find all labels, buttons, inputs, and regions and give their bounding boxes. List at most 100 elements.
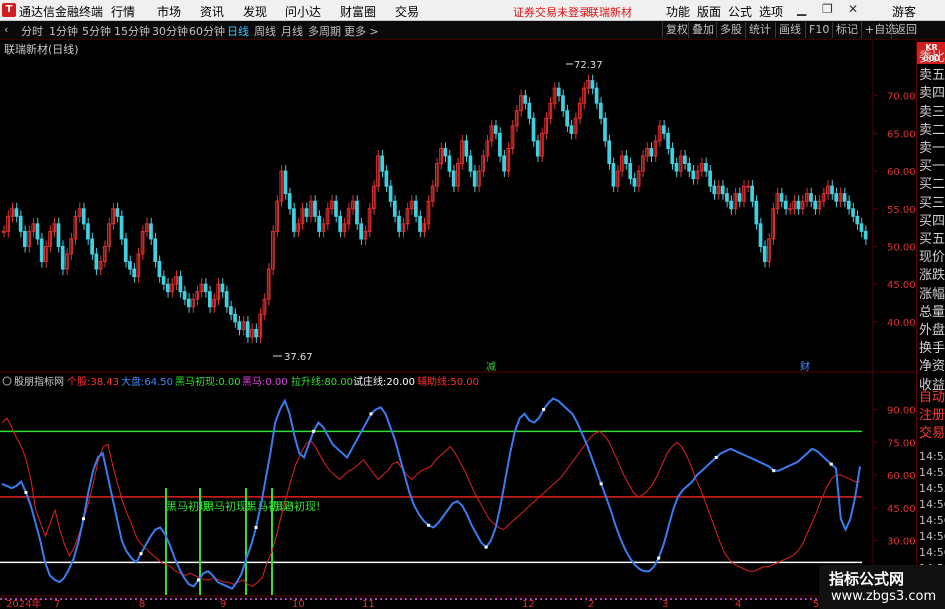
indicator-settings-icon[interactable] [2,376,12,386]
menu-options[interactable]: 选项 [759,3,783,20]
side-red-item[interactable]: 交易 [919,422,945,441]
candle-body [737,193,742,202]
side-item[interactable]: 卖四 [919,82,945,101]
side-item[interactable]: 卖二 [919,119,945,138]
login-notice[interactable]: 证券交易未登录 [513,4,590,20]
draw-button[interactable]: 画线 [775,22,801,38]
side-item[interactable]: 买五 [919,228,945,247]
f10-button[interactable]: F10 [805,22,829,38]
side-item[interactable]: 换手 [919,337,945,356]
finance-marker[interactable]: 财 [800,360,810,373]
candle-body [229,306,233,315]
close-icon[interactable]: ✕ [848,2,858,16]
candle-body [556,87,561,97]
candle-body [842,193,847,202]
side-item[interactable]: 买二 [919,173,945,192]
candle-body [161,276,166,285]
back-button[interactable]: 返回 [891,22,917,38]
candle-body [451,170,456,187]
candle-body [313,200,317,217]
price-tick-label: 60.00 [887,167,916,178]
darkhorse-signal-text: 黑马初现! [272,499,320,513]
menu-function[interactable]: 功能 [666,3,690,20]
menu-formula[interactable]: 公式 [728,3,752,20]
candle-body [317,215,321,232]
side-item[interactable]: 净资 [919,355,945,374]
period-5min[interactable]: 5分钟 [82,23,111,39]
user-label[interactable]: 游客 [892,3,916,20]
period-weekly[interactable]: 周线 [254,23,276,39]
period-1min[interactable]: 1分钟 [49,23,78,39]
candle-body [561,95,565,112]
x-tick-label: 2 [588,599,594,609]
minimize-icon[interactable]: ▁ [797,2,806,16]
side-red-item[interactable]: 注册 [919,404,945,423]
side-item[interactable]: 现价 [919,246,945,265]
stats-button[interactable]: 统计 [745,22,771,38]
side-item[interactable]: 卖三 [919,101,945,120]
side-red-item[interactable]: 自动 [919,386,945,405]
period-60min[interactable]: 60分钟 [189,23,225,39]
menu-discover[interactable]: 发现 [243,3,267,20]
menu-exchange[interactable]: 市场 [157,3,181,20]
candle-body [447,155,452,172]
menu-wealth[interactable]: 财富圈 [340,3,376,20]
candle-body [86,223,90,240]
mark-button[interactable]: 标记 [832,22,858,38]
candle-body [624,155,628,165]
side-item[interactable]: 涨幅 [919,283,945,302]
period-15min[interactable]: 15分钟 [114,23,150,39]
candle-body [115,208,120,217]
side-item[interactable]: 总量 [919,301,945,320]
side-item[interactable]: 买三 [919,192,945,211]
x-tick-label: 3 [662,599,668,609]
period-more[interactable]: 更多 > [344,23,379,39]
market-dot [81,517,85,521]
price-tick-label: 50.00 [887,242,916,253]
reduce-marker[interactable]: 减 [486,361,496,373]
candle-body [397,215,401,232]
indicator-value-test: 试庄线:20.00 [353,375,415,388]
overlay-button[interactable]: 叠加 [688,22,714,38]
watermark-title: 指标公式网 [829,570,905,588]
candle-body [123,238,128,263]
period-monthly[interactable]: 月线 [281,23,303,39]
market-dot [599,482,603,486]
collapse-icon[interactable]: ‹ [4,23,8,36]
menu-market[interactable]: 行情 [111,3,135,20]
period-daily[interactable]: 日线 [227,23,249,39]
period-30min[interactable]: 30分钟 [152,23,188,39]
side-item[interactable]: 买一 [919,155,945,174]
period-multi[interactable]: 多周期 [308,23,341,39]
menu-news[interactable]: 资讯 [200,3,224,20]
x-tick-label: 8 [139,599,145,609]
candle-body [384,170,389,187]
menu-ask[interactable]: 问小达 [285,3,321,20]
candlestick-series [2,74,868,343]
candle-body [746,185,750,188]
candle-body [128,261,132,270]
kline-chart[interactable]: 联瑞新材(日线) 70.00 65.00 60.00 55.00 50.00 45.00 4… [0,40,916,609]
menu-layout[interactable]: 版面 [697,3,721,20]
restore-icon[interactable]: ❐ [822,2,833,16]
candle-body [149,223,153,240]
candle-body [594,87,599,104]
candle-body [14,208,19,217]
candle-body [788,208,792,211]
side-item[interactable]: 卖一 [919,137,945,156]
high-price-label: 72.37 [566,60,603,71]
side-item[interactable]: 外盘 [919,319,945,338]
adjust-button[interactable]: 复权 [662,22,688,38]
side-item[interactable]: 涨跌 [919,264,945,283]
candle-body [186,298,191,308]
candle-body [674,163,679,172]
side-item[interactable]: 委比 [919,46,945,65]
indicator-name[interactable]: 股朋指标网 [14,375,64,388]
side-item[interactable]: 卖五 [919,64,945,83]
multi-stock-button[interactable]: 多股 [716,22,742,38]
site-watermark: 指标公式网 www.zbgs3.com [819,565,945,609]
side-item[interactable]: 买四 [919,210,945,229]
period-intraday[interactable]: 分时 [21,23,43,39]
stock-short-name: 联瑞新材 [588,6,632,19]
menu-trade[interactable]: 交易 [395,3,419,20]
